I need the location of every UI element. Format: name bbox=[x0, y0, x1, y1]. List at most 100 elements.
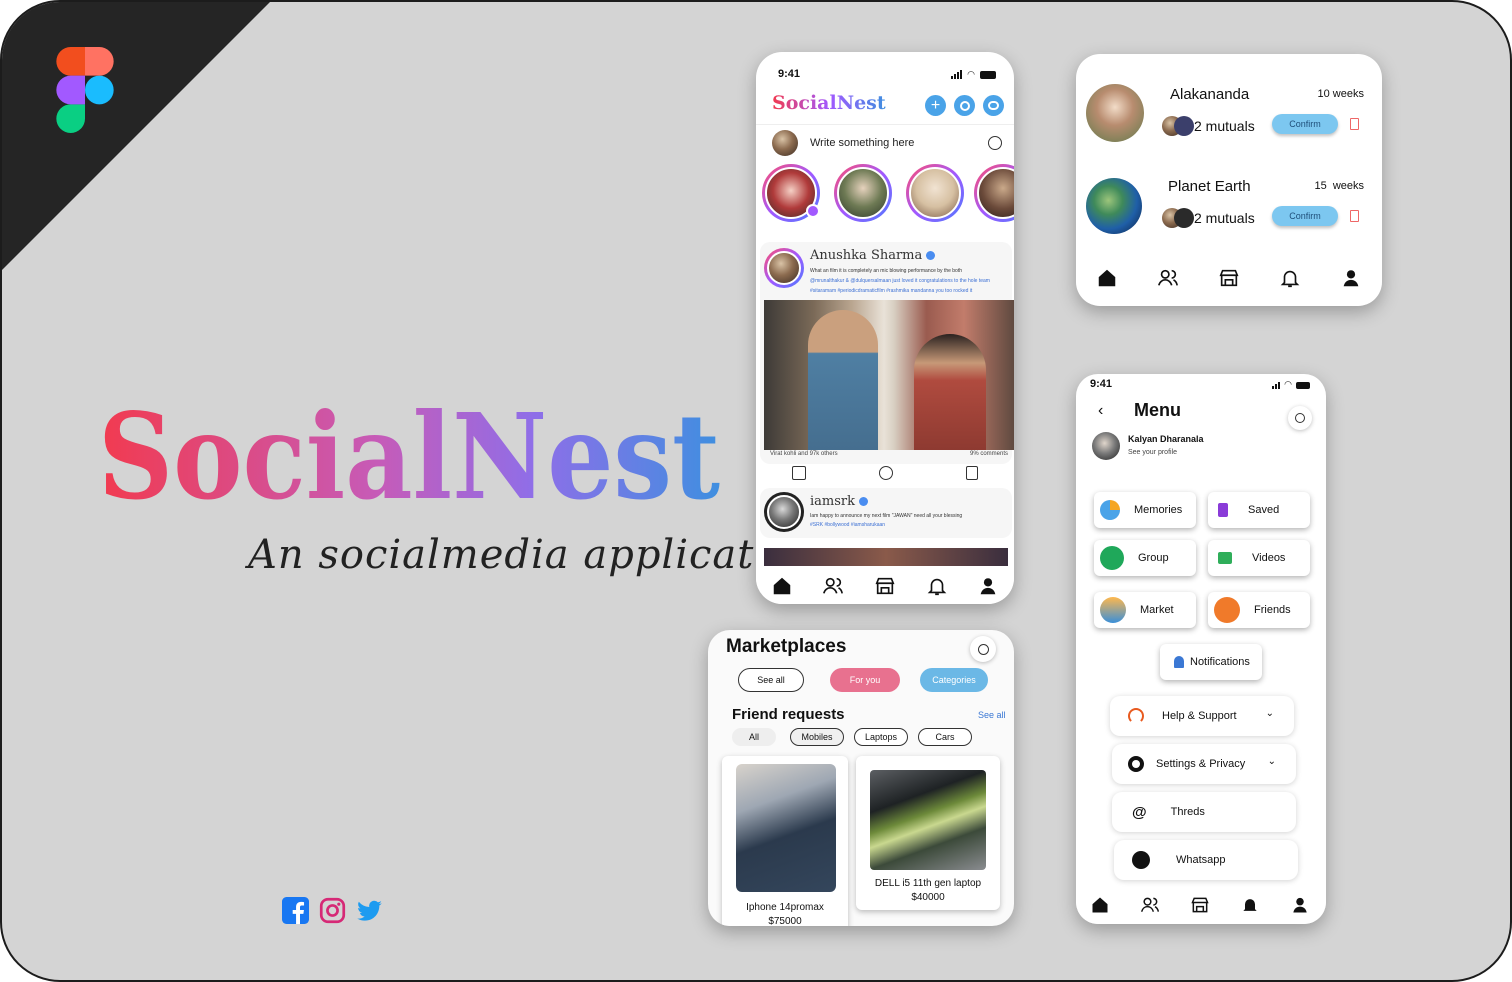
profile-name[interactable]: Kalyan Dharanala bbox=[1128, 434, 1204, 444]
feed-screen: 9:41 ◠ SocialNest + Write something here… bbox=[756, 52, 1014, 604]
add-story-icon[interactable] bbox=[806, 204, 820, 218]
home-icon[interactable] bbox=[1090, 895, 1112, 917]
brand-logo: SocialNest bbox=[98, 390, 720, 520]
market-title: Marketplaces bbox=[726, 636, 847, 657]
tab-see-all[interactable]: See all bbox=[738, 668, 804, 692]
reactions-count[interactable]: Virat kohli and 97k others bbox=[770, 451, 838, 457]
search-icon[interactable] bbox=[970, 636, 996, 662]
notifications-icon[interactable] bbox=[926, 575, 948, 597]
tab-for-you[interactable]: For you bbox=[830, 668, 900, 692]
like-icon[interactable] bbox=[792, 466, 807, 480]
request-avatar[interactable] bbox=[1086, 178, 1142, 234]
see-all-link[interactable]: See all bbox=[978, 710, 1006, 720]
menu-tile-memories[interactable]: Memories bbox=[1094, 492, 1196, 528]
filter-mobiles[interactable]: Mobiles bbox=[790, 728, 844, 746]
menu-tile-notifications[interactable]: Notifications bbox=[1160, 644, 1262, 680]
menu-row-whatsapp[interactable]: Whatsapp bbox=[1114, 840, 1298, 880]
product-card[interactable]: Iphone 14promax $75000 bbox=[722, 756, 848, 926]
post-text-line: Iam happy to announce my next film "JAWA… bbox=[810, 513, 963, 519]
profile-icon[interactable] bbox=[1340, 267, 1362, 289]
battery-icon bbox=[980, 71, 996, 79]
status-time: 9:41 bbox=[1090, 378, 1113, 390]
chat-icon[interactable] bbox=[983, 95, 1004, 116]
story-item[interactable] bbox=[906, 164, 964, 222]
post-author[interactable]: Anushka Sharma bbox=[810, 248, 936, 263]
profile-subtitle[interactable]: See your profile bbox=[1128, 449, 1177, 456]
product-price: $75000 bbox=[768, 916, 802, 926]
post-image-peek bbox=[764, 548, 1008, 566]
chevron-down-icon[interactable]: ⌄ bbox=[1268, 756, 1276, 767]
home-icon[interactable] bbox=[1096, 267, 1118, 289]
filter-cars[interactable]: Cars bbox=[918, 728, 972, 746]
menu-tile-videos[interactable]: Videos bbox=[1208, 540, 1310, 576]
market-icon[interactable] bbox=[874, 575, 896, 597]
post-avatar[interactable] bbox=[764, 492, 804, 532]
menu-tile-group[interactable]: Group bbox=[1094, 540, 1196, 576]
request-name[interactable]: Alakananda bbox=[1170, 86, 1249, 103]
comment-icon[interactable] bbox=[878, 466, 893, 480]
instagram-icon[interactable] bbox=[319, 897, 346, 924]
profile-icon[interactable] bbox=[977, 575, 999, 597]
friends-icon[interactable] bbox=[822, 575, 844, 597]
twitter-icon[interactable] bbox=[356, 897, 383, 924]
group-icon bbox=[1100, 546, 1124, 570]
profile-avatar[interactable] bbox=[1092, 432, 1120, 460]
friends-icon[interactable] bbox=[1140, 895, 1162, 917]
tab-categories[interactable]: Categories bbox=[920, 668, 988, 692]
chevron-down-icon[interactable]: ⌄ bbox=[1266, 708, 1274, 719]
menu-tile-market[interactable]: Market bbox=[1094, 592, 1196, 628]
menu-tile-friends[interactable]: Friends bbox=[1208, 592, 1310, 628]
add-icon[interactable]: + bbox=[925, 95, 946, 116]
market-icon[interactable] bbox=[1190, 895, 1212, 917]
post-image[interactable] bbox=[764, 300, 1014, 450]
menu-row-threds[interactable]: @ Threds bbox=[1112, 792, 1296, 832]
composer[interactable]: Write something here bbox=[756, 124, 1014, 160]
friends-icon[interactable] bbox=[1157, 267, 1179, 289]
bottom-nav bbox=[1076, 250, 1382, 306]
filter-all[interactable]: All bbox=[732, 728, 776, 746]
home-icon[interactable] bbox=[771, 575, 793, 597]
verified-icon bbox=[926, 251, 936, 260]
profile-icon[interactable] bbox=[1290, 895, 1312, 917]
story-item[interactable] bbox=[974, 164, 1014, 222]
confirm-button[interactable]: Confirm bbox=[1272, 206, 1338, 226]
notifications-icon[interactable] bbox=[1279, 267, 1301, 289]
bottom-nav bbox=[1076, 888, 1326, 924]
filter-laptops[interactable]: Laptops bbox=[854, 728, 908, 746]
request-name[interactable]: Planet Earth bbox=[1168, 178, 1251, 195]
back-icon[interactable]: ‹ bbox=[1098, 402, 1103, 420]
clock-icon bbox=[1100, 500, 1120, 520]
request-item: Planet Earth 15 weeks 2 mutuals Confirm bbox=[1076, 176, 1382, 238]
post-actions bbox=[756, 466, 1014, 484]
notifications-icon[interactable] bbox=[1240, 895, 1262, 917]
share-icon[interactable] bbox=[965, 466, 978, 480]
mutuals[interactable]: 2 mutuals bbox=[1162, 208, 1255, 228]
story-item[interactable] bbox=[834, 164, 892, 222]
delete-icon[interactable] bbox=[1350, 118, 1359, 130]
delete-icon[interactable] bbox=[1350, 210, 1359, 222]
comments-count[interactable]: 9% comments bbox=[970, 451, 1008, 457]
post-avatar[interactable] bbox=[764, 248, 804, 288]
wifi-icon: ◠ bbox=[967, 69, 975, 79]
signal-icon bbox=[1272, 382, 1281, 389]
menu-tile-saved[interactable]: Saved bbox=[1208, 492, 1310, 528]
menu-row-settings[interactable]: Settings & Privacy ⌄ bbox=[1112, 744, 1296, 784]
product-card[interactable]: DELL i5 11th gen laptop $40000 bbox=[856, 756, 1000, 910]
request-avatar[interactable] bbox=[1086, 84, 1144, 142]
bell-icon bbox=[1174, 656, 1184, 668]
mutuals[interactable]: 2 mutuals bbox=[1162, 116, 1255, 136]
post-author[interactable]: iamsrk bbox=[810, 494, 868, 509]
bookmark-icon bbox=[1218, 503, 1228, 517]
emoji-icon[interactable] bbox=[988, 135, 1002, 150]
post-text-line: @mrunalthakur & @dulquersalmaan just lov… bbox=[810, 278, 990, 284]
verified-icon bbox=[859, 497, 868, 506]
presentation-canvas: SocialNest An socialmedia application 9:… bbox=[0, 0, 1512, 982]
search-icon[interactable] bbox=[954, 95, 975, 116]
facebook-icon[interactable] bbox=[282, 897, 309, 924]
status-icons: ◠ bbox=[951, 70, 996, 79]
search-icon[interactable] bbox=[1288, 406, 1312, 430]
menu-row-help[interactable]: Help & Support ⌄ bbox=[1110, 696, 1294, 736]
market-icon[interactable] bbox=[1218, 267, 1240, 289]
confirm-button[interactable]: Confirm bbox=[1272, 114, 1338, 134]
section-title: Friend requests bbox=[732, 706, 845, 723]
